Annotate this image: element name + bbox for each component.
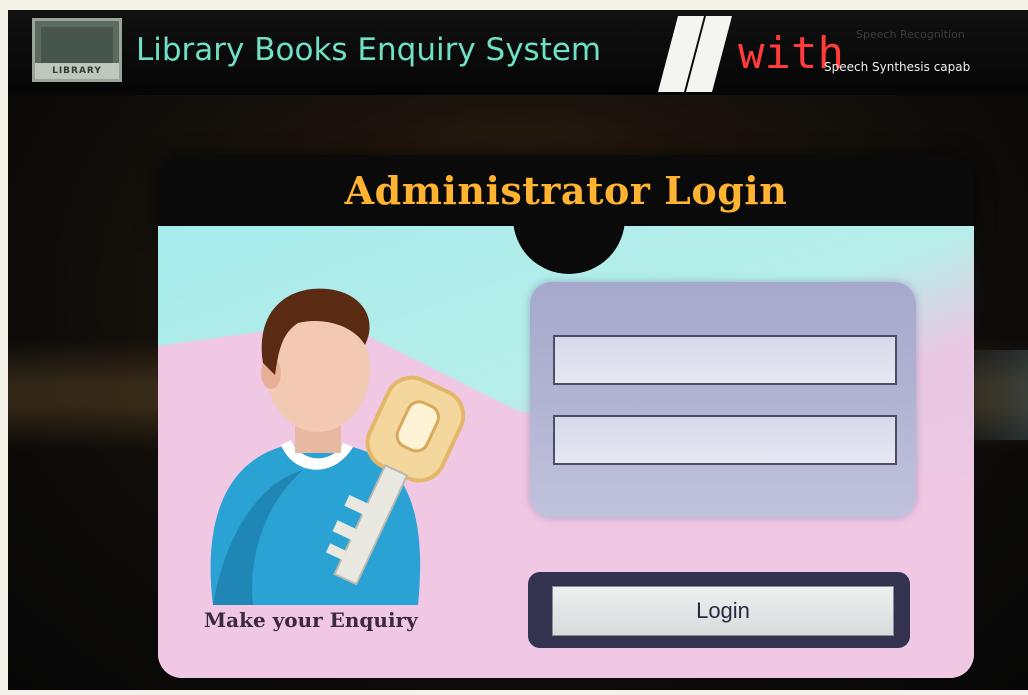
library-logo-icon: LIBRARY bbox=[32, 18, 122, 82]
double-slash-icon bbox=[658, 16, 732, 92]
speech-recognition-label: Speech Recognition bbox=[856, 28, 965, 41]
credentials-box bbox=[530, 282, 916, 518]
make-enquiry-link[interactable]: Make your Enquiry bbox=[204, 608, 418, 632]
password-field[interactable] bbox=[553, 415, 897, 465]
logo-text: LIBRARY bbox=[35, 63, 119, 79]
app-title: Library Books Enquiry System bbox=[136, 32, 602, 68]
username-field[interactable] bbox=[553, 335, 897, 385]
login-panel-title: Administrator Login bbox=[344, 168, 788, 213]
speech-synthesis-label: Speech Synthesis capab bbox=[824, 60, 971, 74]
admin-user-with-key-icon bbox=[210, 288, 466, 605]
app-header: LIBRARY Library Books Enquiry System wit… bbox=[8, 10, 1028, 95]
login-button[interactable]: Login bbox=[552, 586, 894, 636]
monitor-screen: LIBRARY Library Books Enquiry System wit… bbox=[8, 10, 1028, 690]
